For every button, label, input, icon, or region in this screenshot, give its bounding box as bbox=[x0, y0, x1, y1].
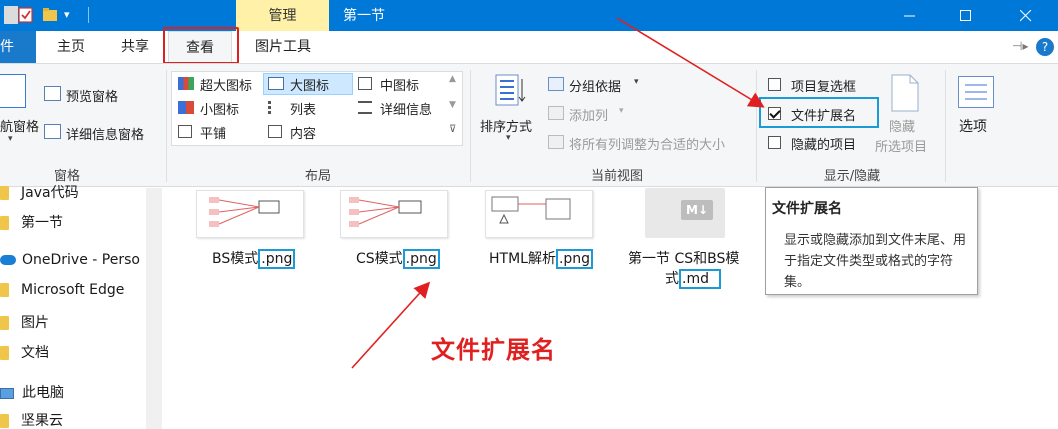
arrow-to-file-extensions bbox=[616, 17, 765, 108]
annotation-label: 文件扩展名 bbox=[431, 335, 556, 364]
arrow-to-file-names bbox=[351, 281, 431, 369]
